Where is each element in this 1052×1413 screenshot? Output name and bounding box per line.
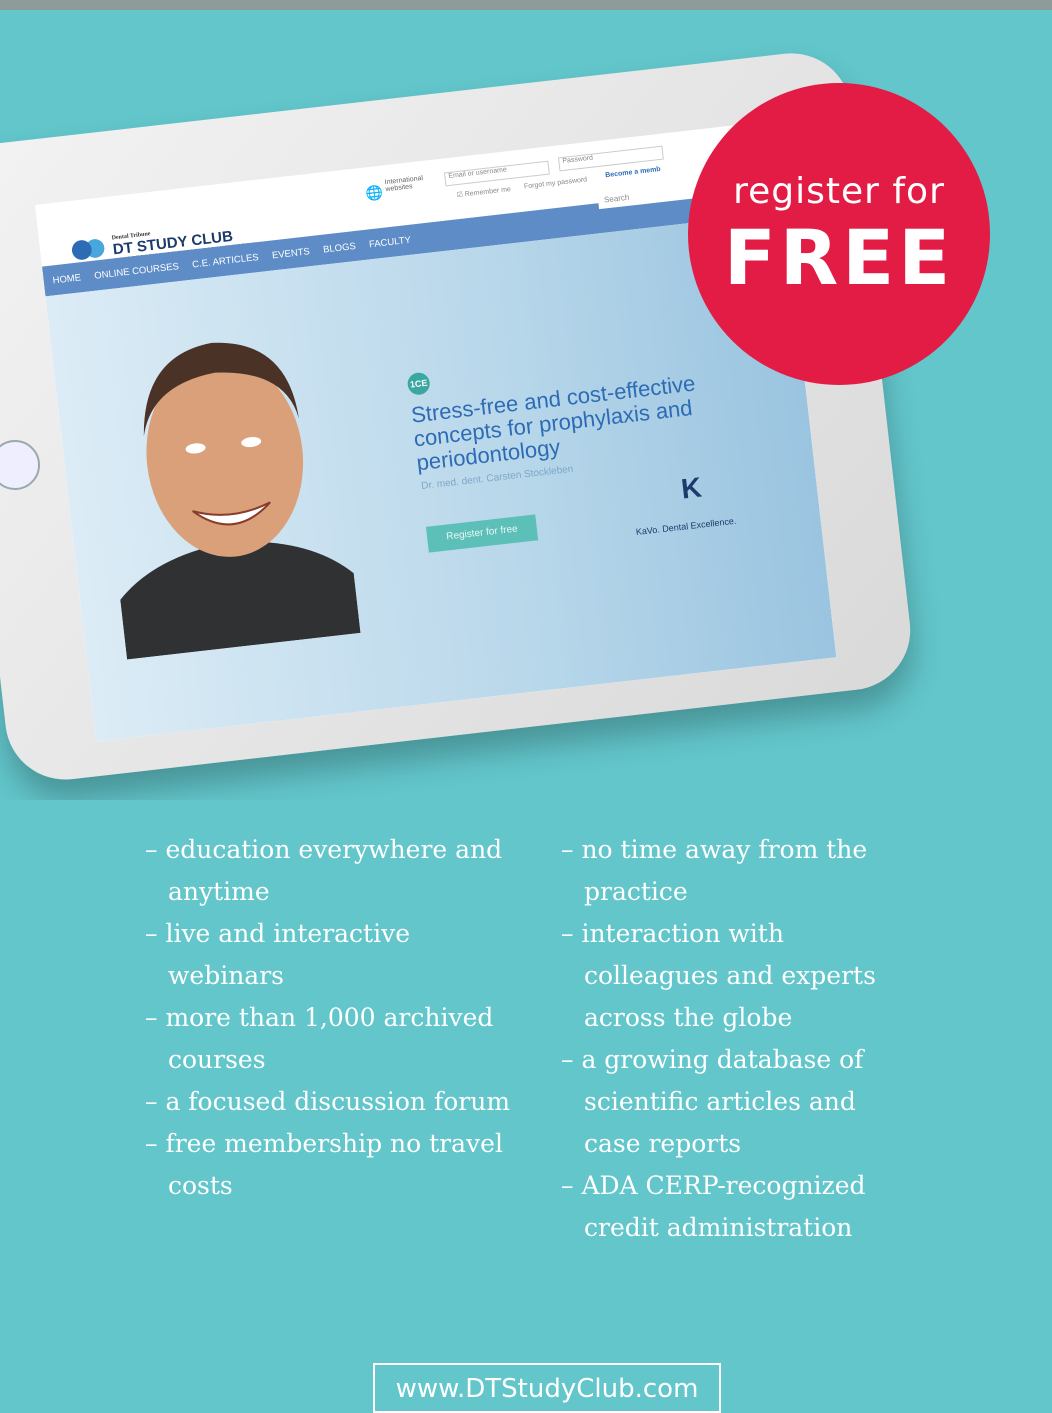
register-for-free-button[interactable]: Register for free	[425, 514, 539, 553]
speaker-portrait	[120, 342, 361, 660]
international-websites-link[interactable]: International websites	[384, 174, 435, 193]
website-url-link[interactable]: www.DTStudyClub.com	[373, 1363, 721, 1413]
nav-home[interactable]: HOME	[42, 262, 82, 287]
remember-me-label: Remember me	[464, 186, 512, 199]
benefit-item: – no time away from the practice	[561, 835, 868, 906]
benefit-item: – a growing database of scientific artic…	[561, 1045, 864, 1158]
ce-credit-badge: 1CE	[406, 371, 431, 396]
benefit-item: – free membership no travel costs	[145, 1129, 503, 1200]
register-badge-line1: register for	[733, 171, 945, 212]
become-member-link[interactable]: Become a memb	[605, 166, 661, 179]
register-badge[interactable]: register for FREE	[688, 83, 990, 385]
benefit-item: – live and interactive webinars	[145, 919, 411, 990]
sponsor-name: KaVo. Dental Excellence.	[635, 515, 737, 538]
benefit-item: – interaction with colleagues and expert…	[561, 919, 876, 1032]
benefits-list-right: – no time away from the practice – inter…	[561, 829, 901, 1249]
benefits-list-left: – education everywhere and anytime – liv…	[145, 829, 525, 1207]
benefit-item: – more than 1,000 archived courses	[145, 1003, 494, 1074]
remember-me-checkbox[interactable]: ☑ Remember me	[456, 185, 511, 199]
register-badge-line2: FREE	[723, 213, 955, 302]
forgot-password-link[interactable]: Forgot my password	[524, 176, 588, 190]
benefit-item: – education everywhere and anytime	[145, 835, 503, 906]
nav-faculty[interactable]: FACULTY	[358, 225, 411, 252]
benefit-item: – ADA CERP-recognized credit administrat…	[561, 1171, 866, 1242]
kavo-logo-icon: K	[679, 471, 704, 505]
nav-blogs[interactable]: BLOGS	[312, 231, 357, 257]
nav-events[interactable]: EVENTS	[261, 236, 310, 262]
hero-title: Stress-free and cost-effective concepts …	[409, 370, 697, 476]
benefit-item: – a focused discussion forum	[145, 1087, 511, 1116]
globe-icon[interactable]: 🌐	[365, 184, 384, 203]
